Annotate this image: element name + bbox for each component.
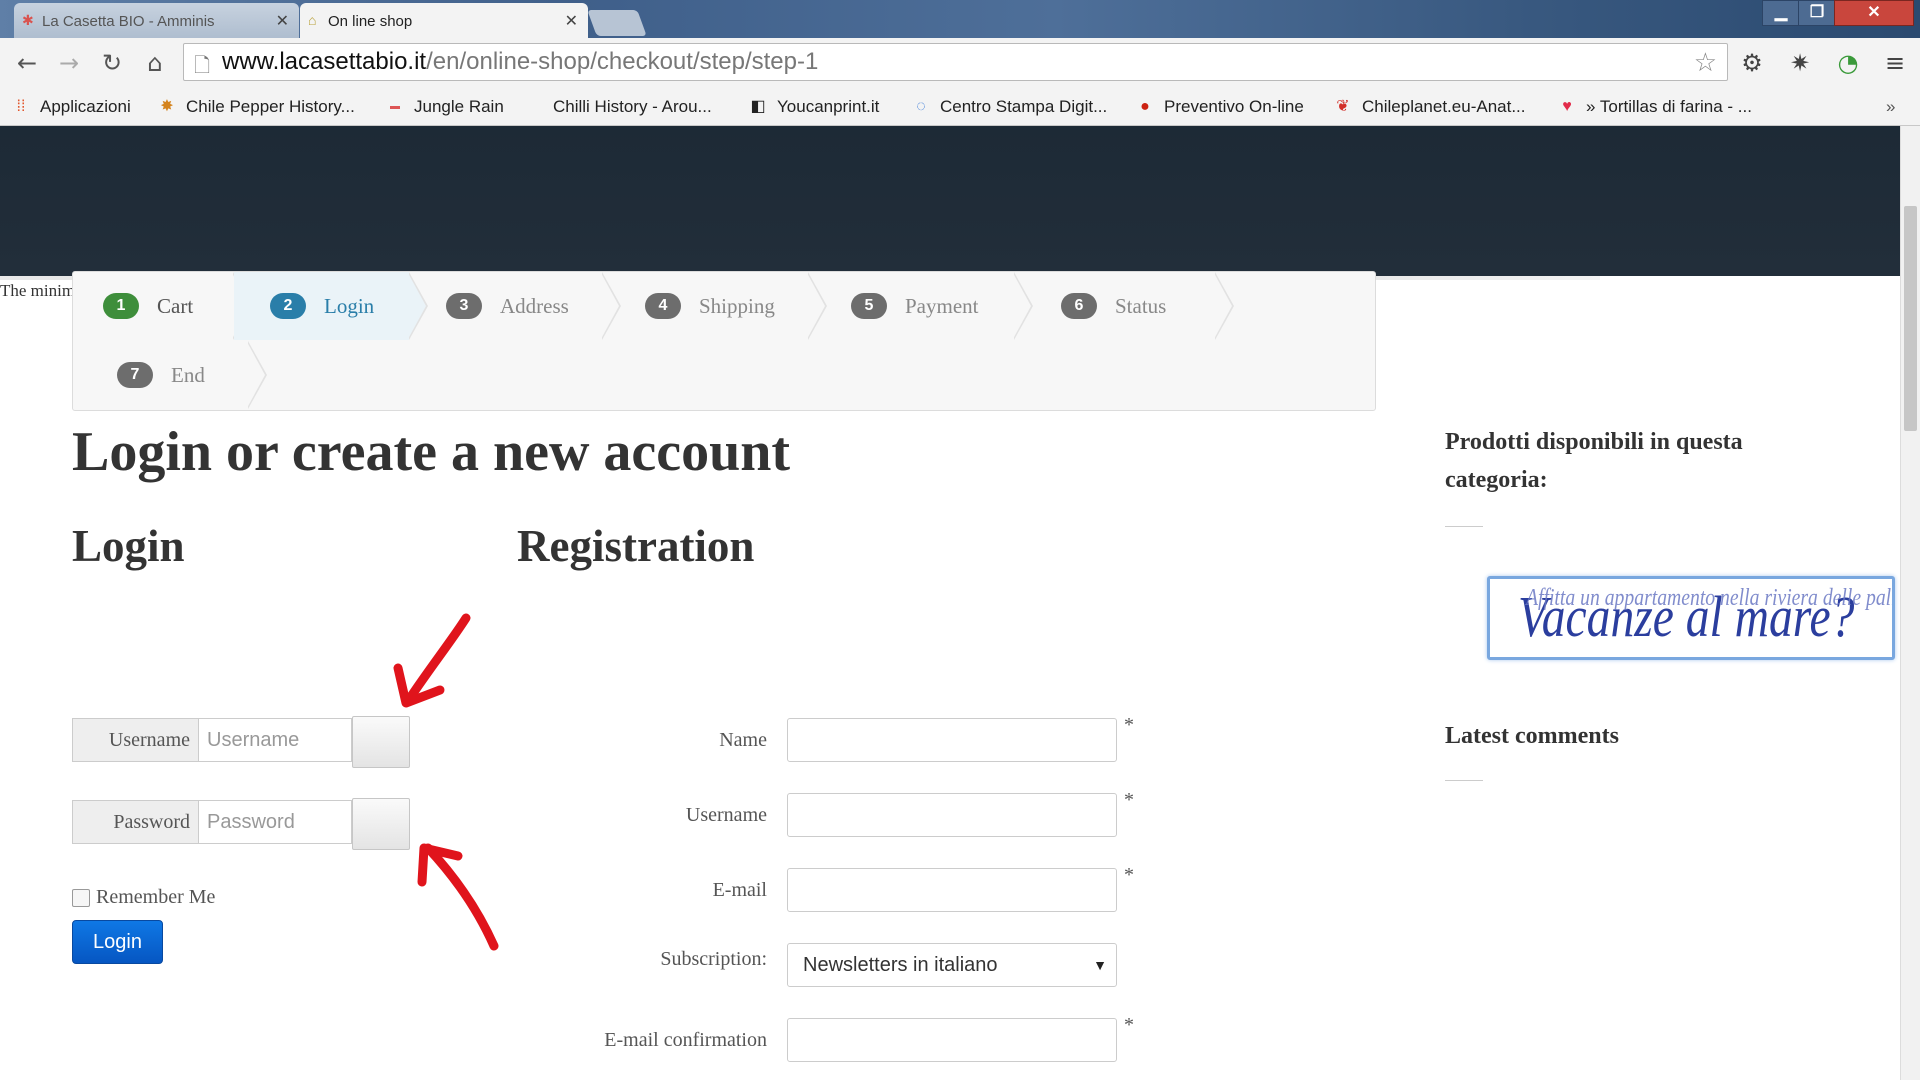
annotation-arrows (393, 613, 499, 951)
arrow-annotation-lower (417, 843, 499, 951)
arrow-annotation-upper (393, 613, 471, 708)
